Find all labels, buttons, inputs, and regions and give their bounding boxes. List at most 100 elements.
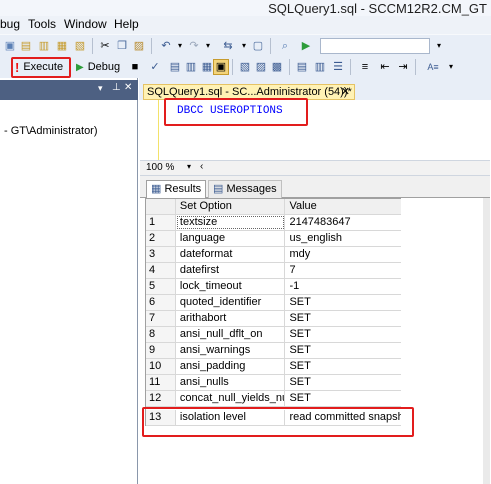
set-option-cell[interactable]: lock_timeout	[176, 279, 286, 294]
object-explorer-header: ▾ ⊥ ✕	[0, 80, 138, 100]
zoom-level[interactable]: 100 %	[146, 162, 174, 173]
menu-help[interactable]: Help	[114, 17, 139, 31]
row-number: 9	[146, 343, 176, 358]
set-option-cell[interactable]: dateformat	[176, 247, 286, 262]
sql-highlight-box	[164, 98, 308, 126]
value-cell[interactable]: 7	[285, 263, 401, 278]
new-query-icon[interactable]: ▣	[2, 38, 18, 54]
xmla-icon[interactable]: ▧	[72, 38, 88, 54]
set-option-cell[interactable]: language	[176, 231, 286, 246]
toolbar-separator	[350, 59, 351, 75]
uncomment-icon[interactable]: ≡	[357, 59, 373, 75]
results-to-file-icon[interactable]: ▨	[253, 59, 269, 75]
scroll-left-icon[interactable]: ‹	[200, 161, 203, 172]
table-row[interactable]: 5 lock_timeout -1	[146, 279, 401, 295]
row-number: 4	[146, 263, 176, 278]
standard-toolbar: ▣ ▤ ▥ ▦ ▧ ✂ ❐ ▨ ↶ ▾ ↷ ▾ ⇆ ▾ ▢ ⌕ ▶ ▾	[0, 34, 491, 56]
value-cell[interactable]: mdy	[285, 247, 401, 262]
column-header-value[interactable]: Value	[285, 199, 401, 214]
table-row[interactable]: 8 ansi_null_dflt_on SET	[146, 327, 401, 343]
set-option-cell[interactable]: concat_null_yields_null	[176, 391, 286, 406]
set-option-cell[interactable]: quoted_identifier	[176, 295, 286, 310]
set-option-cell[interactable]: ansi_padding	[176, 359, 286, 374]
row-number: 8	[146, 327, 176, 342]
table-row[interactable]: 6 quoted_identifier SET	[146, 295, 401, 311]
toolbar-overflow-icon[interactable]: ▾	[443, 59, 459, 75]
tab-messages[interactable]: ▤ Messages	[208, 180, 282, 198]
solution-config-dropdown[interactable]	[320, 38, 430, 54]
indent-icon[interactable]: ⇥	[395, 59, 411, 75]
comment-icon[interactable]: ☰	[330, 59, 346, 75]
menu-window[interactable]: Window	[64, 17, 107, 31]
navigate-icon[interactable]: ⇆	[220, 38, 236, 54]
open-file-icon[interactable]: ▤	[18, 38, 34, 54]
table-row[interactable]: 1 textsize 2147483647	[146, 215, 401, 231]
parse-icon[interactable]: ✓	[147, 59, 163, 75]
value-cell[interactable]: SET	[285, 311, 401, 326]
client-stats-icon[interactable]: ▤	[294, 59, 310, 75]
close-icon[interactable]: ✕	[124, 82, 132, 93]
table-row[interactable]: 2 language us_english	[146, 231, 401, 247]
column-header-set-option[interactable]: Set Option	[175, 199, 286, 214]
value-cell[interactable]: SET	[285, 359, 401, 374]
spell-check-icon[interactable]: A≡	[425, 59, 441, 75]
results-to-grid-icon[interactable]: ▣	[213, 59, 229, 75]
row-number: 11	[146, 375, 176, 390]
value-cell[interactable]: 2147483647	[285, 215, 401, 230]
row-number-header	[146, 199, 176, 214]
query-options-icon[interactable]: ▥	[183, 59, 199, 75]
outdent-icon[interactable]: ⇤	[377, 59, 393, 75]
server-node[interactable]: - GT\Administrator)	[4, 125, 98, 137]
menu-tools[interactable]: Tools	[28, 17, 56, 31]
table-row[interactable]: 9 ansi_warnings SET	[146, 343, 401, 359]
value-cell[interactable]: us_english	[285, 231, 401, 246]
pin-icon[interactable]: ⊥	[112, 82, 121, 93]
chevron-down-icon[interactable]: ▾	[98, 83, 103, 94]
results-to-text-icon[interactable]: ▧	[237, 59, 253, 75]
set-option-cell[interactable]: ansi_warnings	[176, 343, 286, 358]
value-cell[interactable]: SET	[285, 343, 401, 358]
set-option-cell[interactable]: ansi_nulls	[176, 375, 286, 390]
set-option-cell[interactable]: textsize	[176, 215, 286, 230]
value-cell[interactable]: SET	[285, 375, 401, 390]
table-row[interactable]: 12 concat_null_yields_null SET	[146, 391, 401, 407]
value-cell[interactable]: SET	[285, 295, 401, 310]
table-row[interactable]: 4 datefirst 7	[146, 263, 401, 279]
debug-button[interactable]: ▶ Debug	[76, 57, 126, 77]
set-option-cell[interactable]: ansi_null_dflt_on	[176, 327, 286, 342]
value-cell[interactable]: SET	[285, 327, 401, 342]
set-option-cell[interactable]: arithabort	[176, 311, 286, 326]
database-icon[interactable]: ▥	[36, 38, 52, 54]
redo-dropdown-icon[interactable]: ▾	[200, 38, 216, 54]
sql-editor-toolbar: ! Execute ▶ Debug ■ ✓ ▤ ▥ ▦ ▣ ▧ ▨ ▩ ▤ ▥ …	[0, 56, 491, 78]
sqlcmd-icon[interactable]: ▥	[312, 59, 328, 75]
analysis-icon[interactable]: ▦	[54, 38, 70, 54]
value-cell[interactable]: -1	[285, 279, 401, 294]
start-icon[interactable]: ▶	[298, 38, 314, 54]
value-cell[interactable]: SET	[285, 391, 401, 406]
table-row[interactable]: 7 arithabort SET	[146, 311, 401, 327]
messages-icon: ▤	[213, 183, 224, 195]
actual-plan-icon[interactable]: ▩	[269, 59, 285, 75]
results-scrollbar[interactable]	[483, 198, 490, 484]
paste-icon[interactable]: ▨	[131, 38, 147, 54]
tab-results[interactable]: ▦ Results	[146, 180, 207, 198]
chevron-down-icon[interactable]: ▾	[431, 38, 447, 54]
stop-icon[interactable]: ■	[127, 59, 143, 75]
toolbar-separator	[151, 38, 152, 54]
menu-debug[interactable]: bug	[0, 17, 20, 31]
table-row[interactable]: 10 ansi_padding SET	[146, 359, 401, 375]
results-grid[interactable]: Set Option Value 1 textsize 2147483647 2 la…	[145, 198, 401, 426]
copy-icon[interactable]: ❐	[114, 38, 130, 54]
row-number: 7	[146, 311, 176, 326]
grid-header-row: Set Option Value	[146, 199, 401, 215]
plan-icon[interactable]: ▤	[167, 59, 183, 75]
table-row[interactable]: 3 dateformat mdy	[146, 247, 401, 263]
chevron-down-icon[interactable]: ▾	[187, 162, 191, 171]
close-icon[interactable]: ✕	[341, 85, 350, 99]
table-row[interactable]: 11 ansi_nulls SET	[146, 375, 401, 391]
set-option-cell[interactable]: datefirst	[176, 263, 286, 278]
save-icon[interactable]: ▢	[250, 38, 266, 54]
cut-icon[interactable]: ✂	[97, 38, 113, 54]
find-icon[interactable]: ⌕	[277, 38, 293, 54]
